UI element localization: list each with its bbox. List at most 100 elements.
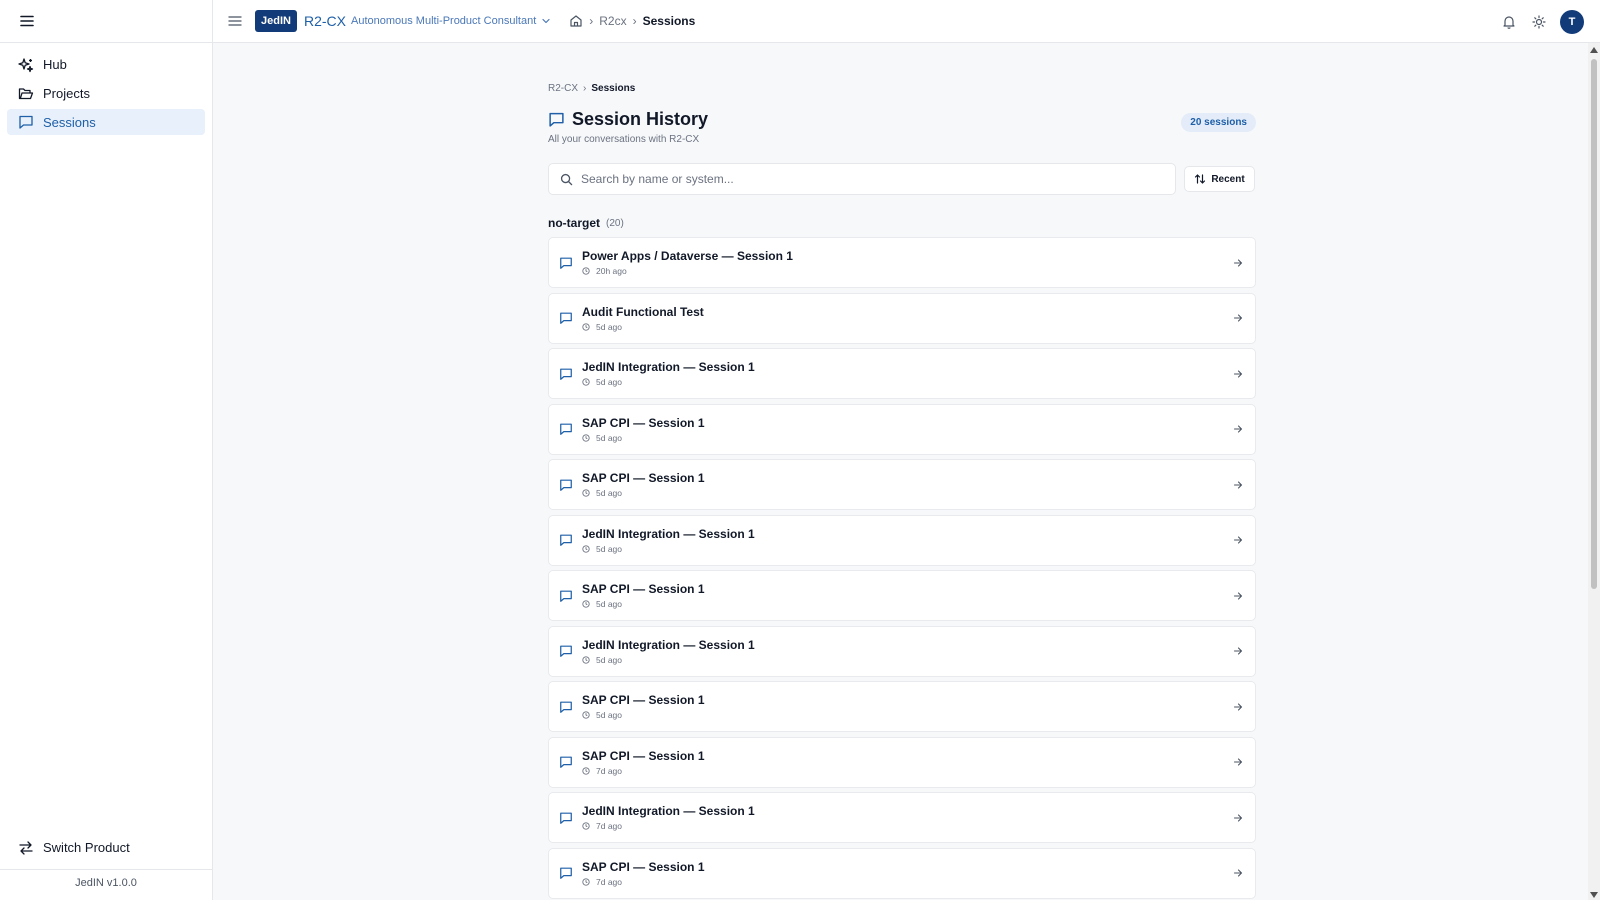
session-list: Power Apps / Dataverse — Session 1 20h ag… <box>548 237 1256 899</box>
session-meta: 5d ago <box>582 377 755 387</box>
session-time: 7d ago <box>596 765 622 776</box>
session-row[interactable]: JedIN Integration — Session 1 7d ago <box>548 792 1256 843</box>
chat-icon <box>559 811 573 825</box>
session-row[interactable]: JedIN Integration — Session 1 5d ago <box>548 348 1256 399</box>
breadcrumb-r2-cx[interactable]: R2-CX <box>548 83 578 94</box>
session-row[interactable]: SAP CPI — Session 1 7d ago <box>548 736 1256 788</box>
group-header: no-target (20) <box>548 216 1256 230</box>
session-row[interactable]: Power Apps / Dataverse — Session 1 20h ag… <box>548 237 1256 288</box>
clock-icon <box>582 711 590 719</box>
session-time: 5d ago <box>596 488 622 498</box>
session-meta: 5d ago <box>582 544 755 554</box>
chat-icon <box>559 755 573 769</box>
chat-icon <box>559 478 573 492</box>
session-time: 5d ago <box>596 710 622 720</box>
session-text: SAP CPI — Session 1 7d ago <box>582 860 705 887</box>
session-row[interactable]: SAP CPI — Session 1 5d ago <box>548 459 1256 510</box>
session-text: SAP CPI — Session 1 5d ago <box>582 693 705 720</box>
session-text: Audit Functional Test 5d ago <box>582 305 704 332</box>
bell-icon[interactable] <box>1502 15 1516 29</box>
session-title: SAP CPI — Session 1 <box>582 471 705 485</box>
home-icon[interactable] <box>569 14 583 28</box>
product-subtitle[interactable]: Autonomous Multi-Product Consultant <box>351 15 536 27</box>
sidebar-item-projects[interactable]: Projects <box>7 80 205 107</box>
session-row[interactable]: Audit Functional Test 5d ago <box>548 292 1256 344</box>
sidebar-item-label: Hub <box>43 57 67 72</box>
clock-icon <box>582 433 590 442</box>
scrollbar[interactable] <box>1588 43 1600 900</box>
arrow-right-icon <box>1233 424 1243 434</box>
session-meta: 20h ago <box>582 266 793 276</box>
scroll-down-arrow-icon[interactable] <box>1590 892 1598 898</box>
session-row[interactable]: SAP CPI — Session 1 5d ago <box>548 681 1256 732</box>
session-time: 5d ago <box>596 432 622 443</box>
breadcrumb-current: Sessions <box>591 83 636 94</box>
sidebar-nav: Hub Projects Sessions <box>0 43 212 145</box>
title-row: Session History 20 sessions <box>548 107 1256 132</box>
breadcrumb-separator: › <box>583 83 587 94</box>
session-title: Power Apps / Dataverse — Session 1 <box>582 249 793 263</box>
session-time: 5d ago <box>596 543 622 554</box>
group-count: (20) <box>606 217 624 229</box>
session-text: JedIN Integration — Session 1 5d ago <box>582 638 755 665</box>
arrow-right-icon <box>1233 480 1243 490</box>
session-row[interactable]: JedIN Integration — Session 1 5d ago <box>548 625 1256 677</box>
session-meta: 7d ago <box>582 821 755 831</box>
session-time: 5d ago <box>596 377 622 387</box>
session-time: 7d ago <box>596 876 622 887</box>
session-title: JedIN Integration — Session 1 <box>582 804 755 818</box>
arrow-right-icon <box>1233 757 1243 767</box>
scroll-up-arrow-icon[interactable] <box>1590 47 1598 53</box>
chat-icon <box>559 422 573 436</box>
menu-icon[interactable] <box>227 13 243 29</box>
breadcrumb-separator: › <box>632 14 637 28</box>
avatar[interactable]: T <box>1560 9 1584 34</box>
arrow-right-icon <box>1233 813 1243 823</box>
arrow-right-icon <box>1233 591 1243 601</box>
sun-icon[interactable] <box>1532 14 1546 29</box>
session-row[interactable]: SAP CPI — Session 1 7d ago <box>548 847 1256 899</box>
chat-icon <box>559 644 573 658</box>
session-title: SAP CPI — Session 1 <box>582 748 705 763</box>
session-meta: 5d ago <box>582 322 704 332</box>
sort-button[interactable]: Recent <box>1184 166 1255 192</box>
session-text: JedIN Integration — Session 1 7d ago <box>582 804 755 831</box>
session-time: 5d ago <box>596 321 622 332</box>
session-text: SAP CPI — Session 1 7d ago <box>582 749 705 776</box>
session-row[interactable]: SAP CPI — Session 1 5d ago <box>548 403 1256 455</box>
clock-icon <box>582 544 590 553</box>
sidebar-item-hub[interactable]: Hub <box>7 51 205 78</box>
chat-icon <box>559 533 573 547</box>
page-title-text: Session History <box>572 109 709 129</box>
arrow-right-icon <box>1233 646 1243 656</box>
clock-icon <box>582 766 590 775</box>
sort-arrows-icon <box>1195 174 1206 184</box>
session-row[interactable]: JedIN Integration — Session 1 5d ago <box>548 514 1256 566</box>
search-box[interactable] <box>548 163 1176 195</box>
scrollbar-thumb[interactable] <box>1591 59 1597 589</box>
arrow-right-icon <box>1233 258 1243 268</box>
product-name[interactable]: R2-CX <box>304 13 346 29</box>
clock-icon <box>582 267 590 275</box>
session-meta: 5d ago <box>582 488 705 498</box>
clock-icon <box>582 877 590 886</box>
search-input[interactable] <box>581 172 1141 186</box>
session-meta: 7d ago <box>582 877 705 887</box>
session-text: SAP CPI — Session 1 5d ago <box>582 416 705 443</box>
sidebar-header <box>0 0 212 43</box>
header-breadcrumb: › R2cx › Sessions <box>569 14 695 28</box>
breadcrumb-r2cx[interactable]: R2cx <box>599 14 626 28</box>
sidebar-item-sessions[interactable]: Sessions <box>7 109 205 135</box>
product-chevron-down-icon[interactable] <box>541 16 551 26</box>
search-icon <box>560 173 573 185</box>
session-row[interactable]: SAP CPI — Session 1 5d ago <box>548 570 1256 621</box>
sparkles-icon <box>18 57 34 72</box>
session-text: JedIN Integration — Session 1 5d ago <box>582 360 755 387</box>
switch-product-button[interactable]: Switch Product <box>0 826 212 870</box>
version-label: JedIN v1.0.0 <box>75 877 137 889</box>
hamburger-menu-icon[interactable] <box>19 13 35 29</box>
brand-logo[interactable]: JedIN <box>255 10 297 32</box>
chat-icon <box>559 700 573 714</box>
clock-icon <box>582 489 590 497</box>
clock-icon <box>582 822 590 830</box>
